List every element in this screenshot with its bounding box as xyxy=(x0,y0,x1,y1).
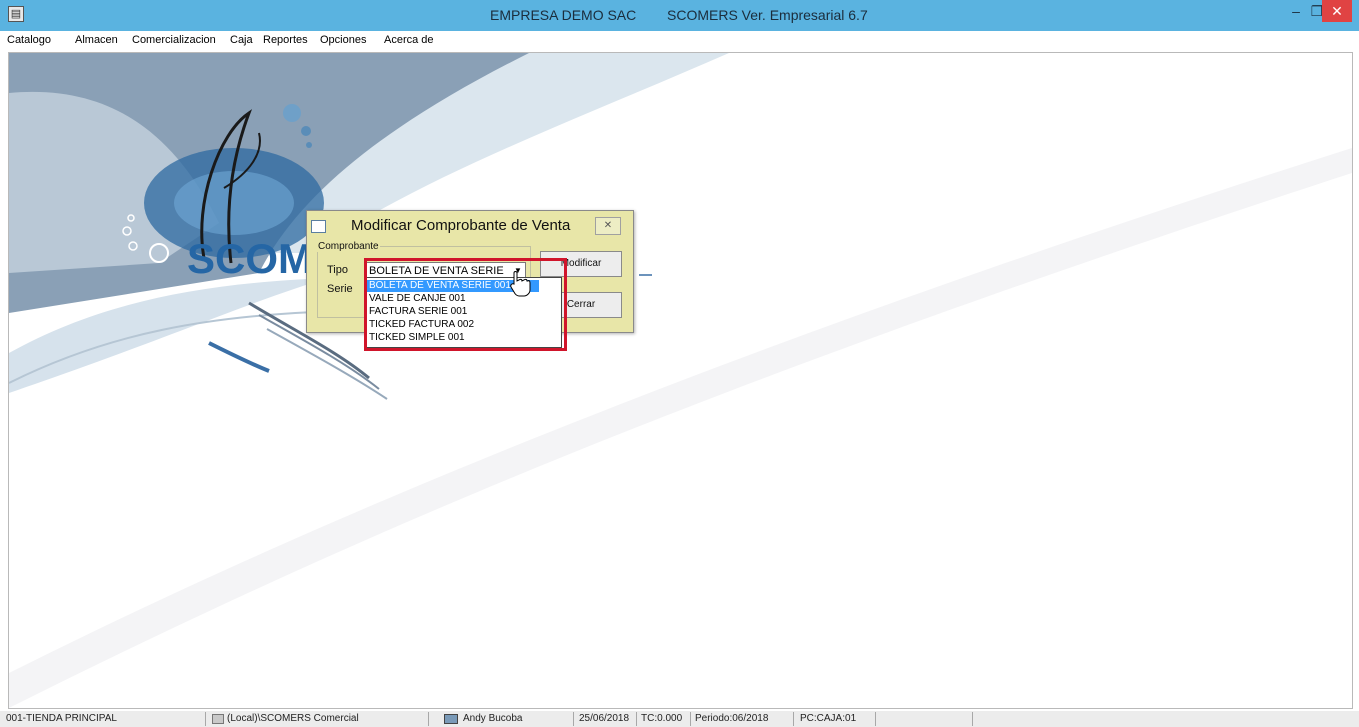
dialog-window-icon xyxy=(311,220,326,233)
status-separator xyxy=(972,712,973,726)
status-period: Periodo:06/2018 xyxy=(695,713,769,724)
status-database: (Local)\SCOMERS Comercial xyxy=(227,713,359,724)
tipo-label: Tipo xyxy=(327,264,348,276)
status-separator xyxy=(875,712,876,726)
serie-label: Serie xyxy=(327,283,353,295)
mdi-workspace: SCOM xyxy=(8,52,1353,709)
status-pc: PC:CAJA:01 xyxy=(800,713,857,724)
red-highlight-annotation xyxy=(364,258,567,351)
menu-comercializacion[interactable]: Comercializacion xyxy=(132,34,216,46)
status-bar: 001-TIENDA PRINCIPAL (Local)\SCOMERS Com… xyxy=(0,711,1359,727)
background-swoosh xyxy=(9,53,1352,708)
menu-caja[interactable]: Caja xyxy=(230,34,253,46)
menu-catalogo[interactable]: Catalogo xyxy=(7,34,51,46)
status-user: Andy Bucoba xyxy=(463,713,523,724)
logo-text: SCOM xyxy=(187,235,313,282)
close-button[interactable]: ✕ xyxy=(1322,0,1352,22)
menu-reportes[interactable]: Reportes xyxy=(263,34,308,46)
minimize-button[interactable]: – xyxy=(1286,0,1306,22)
status-separator xyxy=(573,712,574,726)
status-date: 25/06/2018 xyxy=(579,713,630,724)
groupbox-label: Comprobante xyxy=(317,241,380,252)
dialog-title: Modificar Comprobante de Venta xyxy=(351,217,571,234)
status-separator xyxy=(428,712,429,726)
status-store: 001-TIENDA PRINCIPAL xyxy=(6,713,117,724)
window-title-app: SCOMERS Ver. Empresarial 6.7 xyxy=(667,7,868,23)
app-window-icon[interactable]: ▤ xyxy=(8,6,24,22)
menu-bar: Catalogo Almacen Comercializacion Caja R… xyxy=(0,31,1359,50)
dialog-close-icon[interactable]: ✕ xyxy=(595,217,621,235)
status-separator xyxy=(690,712,691,726)
menu-opciones[interactable]: Opciones xyxy=(320,34,366,46)
database-icon xyxy=(212,714,224,724)
window-title-company: EMPRESA DEMO SAC xyxy=(490,7,637,23)
status-exchange-rate: TC:0.000 xyxy=(641,713,683,724)
hand-pointer-icon xyxy=(510,271,531,297)
users-icon xyxy=(444,714,458,724)
status-separator xyxy=(205,712,206,726)
status-separator xyxy=(793,712,794,726)
menu-acerca-de[interactable]: Acerca de xyxy=(384,34,434,46)
status-separator xyxy=(636,712,637,726)
menu-almacen[interactable]: Almacen xyxy=(75,34,118,46)
title-bar: ▤ EMPRESA DEMO SAC SCOMERS Ver. Empresar… xyxy=(0,0,1359,31)
